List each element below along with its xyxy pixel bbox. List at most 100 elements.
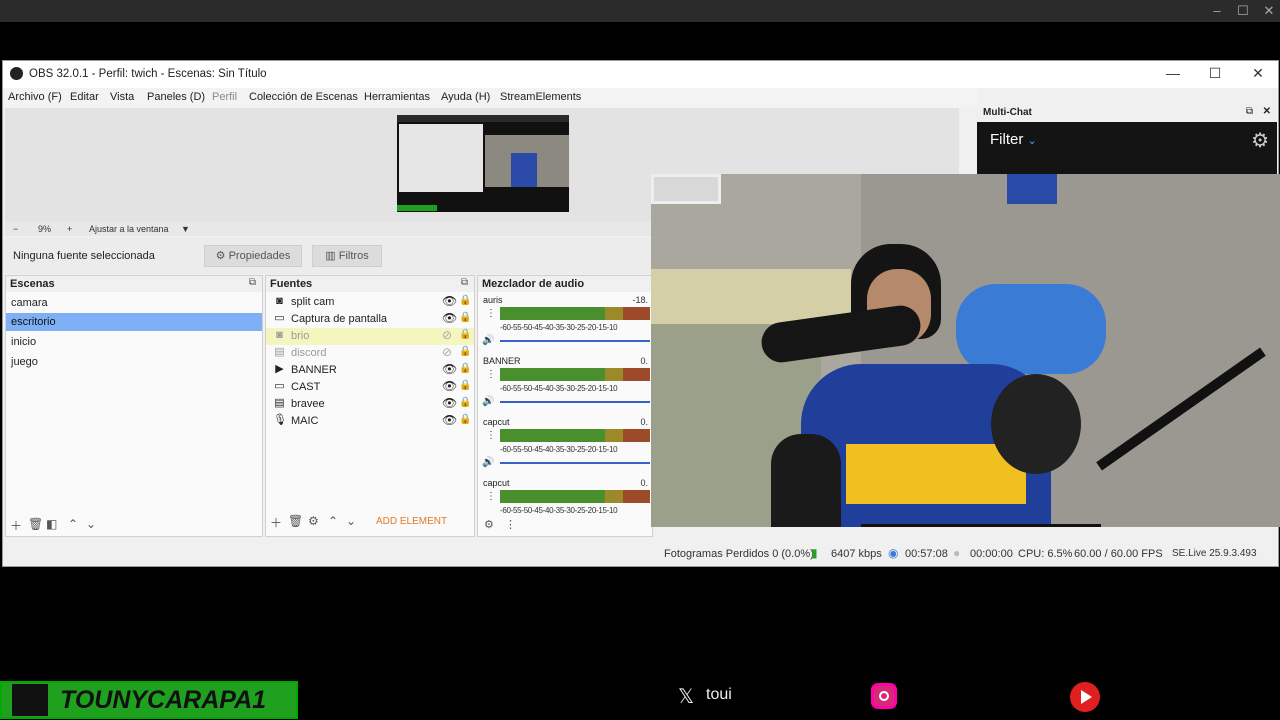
- lock-icon[interactable]: 🔒: [459, 397, 471, 408]
- monitor-icon: ▭: [274, 380, 285, 392]
- properties-label: Propiedades: [228, 250, 291, 262]
- filters-button[interactable]: ▥ Filtros: [312, 245, 382, 267]
- fit-window-button[interactable]: Ajustar a la ventana: [89, 224, 169, 234]
- outer-close-button[interactable]: ✕: [1259, 3, 1279, 19]
- speaker-icon[interactable]: 🔊: [482, 396, 494, 407]
- lock-icon[interactable]: 🔒: [459, 363, 471, 374]
- streamer-name-banner: TOUNYCARAPA1: [0, 681, 298, 719]
- eye-icon[interactable]: 👁: [442, 379, 457, 393]
- eye-hidden-icon[interactable]: ⊘: [442, 345, 452, 359]
- source-label: BANNER: [291, 364, 337, 376]
- outer-minimize-button[interactable]: –: [1207, 3, 1227, 18]
- mixer-settings-icon[interactable]: ⚙: [484, 518, 494, 531]
- mixer-channel: BANNER 0. ⋮ -60-55-50-45-40-35-30-25-20-…: [478, 355, 650, 416]
- channel-db: -18.: [632, 295, 648, 305]
- source-item[interactable]: ▤ discord ⊘ 🔒: [266, 345, 474, 362]
- lock-icon[interactable]: 🔒: [459, 295, 471, 306]
- trash-icon[interactable]: 🗑: [28, 517, 43, 531]
- menu-editar[interactable]: Editar: [70, 91, 99, 103]
- filter-dropdown[interactable]: Filter ⌄: [990, 131, 1037, 148]
- source-item[interactable]: ◙ split cam 👁 🔒: [266, 294, 474, 311]
- eye-icon[interactable]: 👁: [442, 294, 457, 308]
- menu-archivo[interactable]: Archivo (F): [8, 91, 62, 103]
- zoom-out-button[interactable]: −: [13, 224, 18, 234]
- menu-perfil[interactable]: Perfil: [212, 91, 237, 103]
- scene-item-selected[interactable]: escritorio: [6, 313, 262, 331]
- scene-item[interactable]: inicio: [6, 333, 262, 351]
- eye-hidden-icon[interactable]: ⊘: [442, 328, 452, 342]
- source-item[interactable]: ▭ CAST 👁 🔒: [266, 379, 474, 396]
- filter-icon[interactable]: ◧: [46, 517, 57, 531]
- more-icon[interactable]: ⋮: [486, 369, 496, 380]
- source-item[interactable]: ▶ BANNER 👁 🔒: [266, 362, 474, 379]
- lock-icon[interactable]: 🔒: [459, 346, 471, 357]
- fps: 60.00 / 60.00 FPS: [1074, 548, 1163, 560]
- signal-icon: ▮: [811, 546, 818, 560]
- sources-header: Fuentes ⧉: [266, 276, 474, 292]
- mixer-channel: auris -18. ⋮ -60-55-50-45-40-35-30-25-20…: [478, 294, 650, 355]
- move-up-icon[interactable]: ⌃: [328, 514, 338, 528]
- mixer-title: Mezclador de audio: [482, 278, 585, 290]
- x-icon: 𝕏: [678, 686, 695, 708]
- scene-item[interactable]: juego: [6, 353, 262, 371]
- zoom-dropdown-icon[interactable]: ▼: [181, 224, 190, 234]
- eye-icon[interactable]: 👁: [442, 396, 457, 410]
- more-icon[interactable]: ⋮: [486, 308, 496, 319]
- add-element-button[interactable]: ADD ELEMENT: [376, 516, 447, 527]
- se-live-version: SE.Live 25.9.3.493: [1172, 548, 1257, 559]
- dropped-frames: Fotogramas Perdidos 0 (0.0%): [664, 548, 814, 560]
- speaker-icon[interactable]: 🔊: [482, 335, 494, 346]
- speaker-icon[interactable]: 🔊: [482, 457, 494, 468]
- close-icon[interactable]: ✕: [1263, 106, 1271, 117]
- outer-title-bar: – ☐ ✕: [0, 0, 1280, 22]
- lock-icon[interactable]: 🔒: [459, 312, 471, 323]
- move-down-icon[interactable]: ⌄: [346, 514, 356, 528]
- more-icon[interactable]: ⋮: [486, 430, 496, 441]
- gear-icon[interactable]: ⚙: [308, 514, 319, 528]
- menu-streamelements[interactable]: StreamElements: [500, 91, 581, 103]
- channel-name: capcut: [483, 478, 510, 488]
- menu-ayuda[interactable]: Ayuda (H): [441, 91, 490, 103]
- undock-icon[interactable]: ⧉: [461, 277, 468, 288]
- trash-icon[interactable]: 🗑: [288, 514, 303, 528]
- volume-slider[interactable]: [500, 401, 650, 403]
- add-scene-icon[interactable]: ＋: [10, 517, 22, 534]
- move-up-icon[interactable]: ⌃: [68, 517, 78, 531]
- menu-paneles[interactable]: Paneles (D): [147, 91, 205, 103]
- channel-db: 0.: [640, 478, 648, 488]
- menu-herramientas[interactable]: Herramientas: [364, 91, 430, 103]
- eye-icon[interactable]: 👁: [442, 362, 457, 376]
- volume-slider[interactable]: [500, 340, 650, 342]
- gear-icon[interactable]: ⚙: [1251, 128, 1269, 153]
- source-item[interactable]: 🎙 MAIC 👁 🔒: [266, 413, 474, 430]
- undock-icon[interactable]: ⧉: [1246, 106, 1253, 117]
- source-item-highlighted[interactable]: ◙ brio ⊘ 🔒: [266, 328, 474, 345]
- volume-meter: [500, 490, 650, 503]
- eye-icon[interactable]: 👁: [442, 311, 457, 325]
- undock-icon[interactable]: ⧉: [249, 277, 256, 288]
- filter-icon: ▥: [325, 250, 336, 262]
- source-item[interactable]: ▭ Captura de pantalla 👁 🔒: [266, 311, 474, 328]
- eye-icon[interactable]: 👁: [442, 413, 457, 427]
- source-label: bravee: [291, 398, 325, 410]
- move-down-icon[interactable]: ⌄: [86, 517, 96, 531]
- outer-maximize-button[interactable]: ☐: [1233, 3, 1253, 19]
- lock-icon[interactable]: 🔒: [459, 414, 471, 425]
- close-button[interactable]: ✕: [1248, 65, 1268, 82]
- source-item[interactable]: ▤ bravee 👁 🔒: [266, 396, 474, 413]
- more-icon[interactable]: ⋮: [505, 518, 516, 531]
- more-icon[interactable]: ⋮: [486, 491, 496, 502]
- menu-coleccion-escenas[interactable]: Colección de Escenas: [249, 91, 358, 103]
- zoom-in-button[interactable]: +: [67, 224, 72, 234]
- volume-slider[interactable]: [500, 462, 650, 464]
- maximize-button[interactable]: ☐: [1205, 65, 1225, 82]
- minimize-button[interactable]: —: [1163, 65, 1183, 81]
- add-source-icon[interactable]: ＋: [270, 514, 282, 531]
- lock-icon[interactable]: 🔒: [459, 329, 471, 340]
- menu-vista[interactable]: Vista: [110, 91, 134, 103]
- scene-item[interactable]: camara: [6, 294, 262, 312]
- properties-button[interactable]: ⚙ Propiedades: [204, 245, 302, 267]
- lock-icon[interactable]: 🔒: [459, 380, 471, 391]
- multichat-body: Filter ⌄ ⚙: [977, 122, 1277, 174]
- microphone-icon: 🎙: [273, 414, 287, 426]
